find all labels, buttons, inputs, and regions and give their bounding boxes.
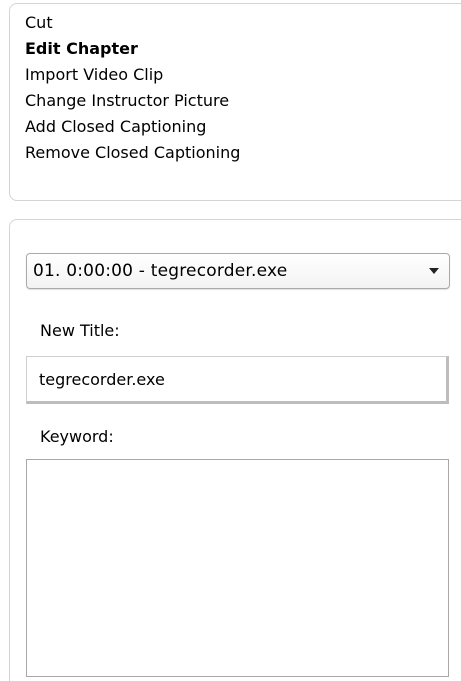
menu-item-edit-chapter[interactable]: Edit Chapter: [25, 39, 240, 65]
menu-item-cut[interactable]: Cut: [25, 13, 240, 39]
page: Cut Edit Chapter Import Video Clip Chang…: [0, 0, 461, 681]
actions-menu: Cut Edit Chapter Import Video Clip Chang…: [25, 13, 240, 169]
menu-item-add-closed-captioning[interactable]: Add Closed Captioning: [25, 117, 240, 143]
chapter-select-value: 01. 0:00:00 - tegrecorder.exe: [33, 261, 288, 281]
new-title-input[interactable]: [26, 356, 449, 404]
menu-item-remove-closed-captioning[interactable]: Remove Closed Captioning: [25, 143, 240, 169]
keyword-label: Keyword:: [40, 427, 114, 446]
keyword-textarea[interactable]: [26, 459, 449, 677]
menu-item-import-video-clip[interactable]: Import Video Clip: [25, 65, 240, 91]
actions-menu-panel: Cut Edit Chapter Import Video Clip Chang…: [9, 3, 461, 201]
menu-item-change-instructor-picture[interactable]: Change Instructor Picture: [25, 91, 240, 117]
chevron-down-icon: [429, 268, 439, 274]
new-title-label: New Title:: [40, 321, 120, 340]
chapter-select[interactable]: 01. 0:00:00 - tegrecorder.exe: [26, 253, 450, 289]
